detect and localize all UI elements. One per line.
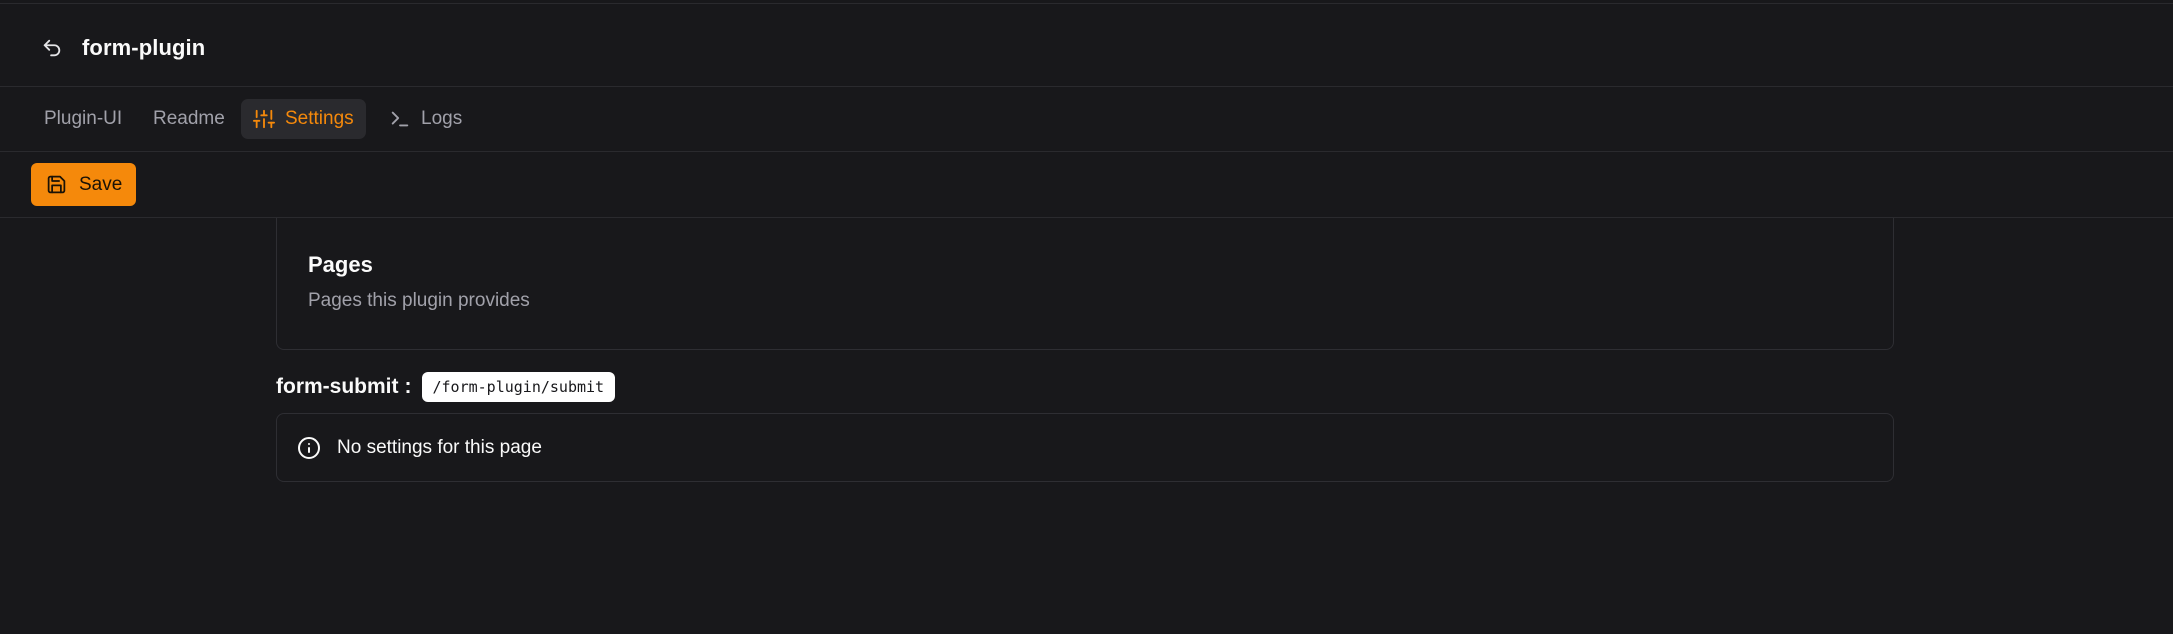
toolbar: Save [0,153,2173,218]
route-badge: /form-plugin/submit [421,372,616,402]
app-header: form-plugin [0,4,2173,87]
back-arrow-icon [43,39,61,57]
info-icon [298,436,320,459]
sliders-icon [253,109,275,129]
terminal-icon [391,111,409,127]
tab-bar: Plugin-UI Readme Settings Logs [0,88,2173,152]
pages-description: Pages this plugin provides [308,290,530,311]
tab-label: Logs [421,108,463,129]
no-settings-alert: No settings for this page [276,413,1894,482]
page-header: form-submit : /form-plugin/submit [276,371,616,403]
tab-label: Readme [153,108,225,129]
tab-logs[interactable]: Logs [377,99,474,139]
save-button[interactable]: Save [31,163,136,206]
tab-label: Plugin-UI [44,108,123,129]
tab-label: Settings [285,108,354,129]
page-title: form-plugin [82,35,206,60]
page-name: form-submit [276,375,399,398]
pages-card: Pages Pages this plugin provides [276,218,1894,350]
save-label: Save [79,173,123,195]
back-button[interactable] [38,34,66,62]
page-separator: : [404,375,412,398]
pages-title: Pages [308,252,373,277]
alert-text: No settings for this page [337,436,542,458]
tab-plugin-ui[interactable]: Plugin-UI [32,99,134,139]
tab-readme[interactable]: Readme [141,99,237,139]
save-icon [47,175,66,194]
tab-settings[interactable]: Settings [241,99,366,139]
